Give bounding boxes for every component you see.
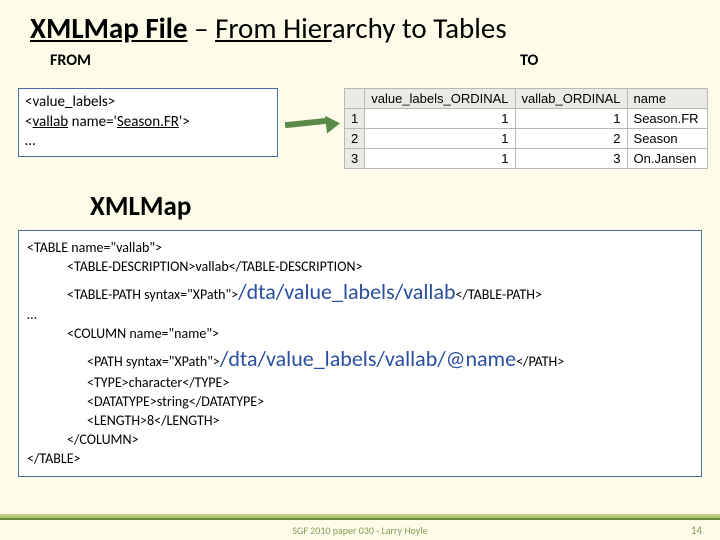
- subhead-row: FROM TO: [0, 51, 720, 75]
- code-line: </TABLE>: [27, 450, 693, 469]
- code-line: <TABLE name="vallab">: [27, 239, 693, 258]
- title-part2a: From Hier: [215, 10, 332, 46]
- xmlmap-heading: XMLMap: [90, 190, 191, 223]
- to-table: value_labels_ORDINAL vallab_ORDINAL name…: [344, 88, 708, 169]
- arrow-icon: [285, 118, 340, 132]
- from-label: FROM: [50, 51, 320, 70]
- code-line: <DATATYPE>string</DATATYPE>: [27, 393, 693, 412]
- code-line: <TABLE-PATH syntax="XPath">/dta/value_la…: [27, 277, 693, 307]
- from-line1: <value_labels>: [25, 93, 271, 113]
- table-header-row: value_labels_ORDINAL vallab_ORDINAL name: [345, 89, 708, 109]
- from-box: <value_labels> <vallab name='Season.FR'>…: [18, 88, 278, 157]
- code-line: <TABLE-DESCRIPTION>vallab</TABLE-DESCRIP…: [27, 258, 693, 277]
- table-row: 2 1 2 Season: [345, 129, 708, 149]
- code-box: <TABLE name="vallab"> <TABLE-DESCRIPTION…: [18, 230, 702, 477]
- title-sep: –: [188, 10, 216, 46]
- title-part1: XMLMap File: [30, 10, 188, 46]
- slide-title: XMLMap File – From Hierarchy to Tables: [0, 0, 720, 51]
- table-row: 3 1 3 On.Jansen: [345, 149, 708, 169]
- footer-text: SGF 2010 paper 030 - Larry Hoyle: [0, 524, 720, 537]
- page-number: 14: [691, 524, 702, 537]
- table-header: value_labels_ORDINAL: [365, 89, 515, 109]
- code-ellipsis: …: [27, 306, 693, 325]
- to-label: TO: [520, 51, 538, 70]
- from-line3: …: [25, 132, 271, 152]
- code-line: <LENGTH>8</LENGTH>: [27, 412, 693, 431]
- title-part2b: archy to Tables: [332, 10, 507, 46]
- code-line: <PATH syntax="XPath">/dta/value_labels/v…: [27, 344, 693, 374]
- from-line2: <vallab name='Season.FR'>: [25, 113, 271, 133]
- table-corner: [345, 89, 365, 109]
- table-row: 1 1 1 Season.FR: [345, 109, 708, 129]
- table-header: vallab_ORDINAL: [515, 89, 627, 109]
- code-line: <TYPE>character</TYPE>: [27, 374, 693, 393]
- code-line: <COLUMN name="name">: [27, 325, 693, 344]
- table-header: name: [627, 89, 707, 109]
- code-line: </COLUMN>: [27, 431, 693, 450]
